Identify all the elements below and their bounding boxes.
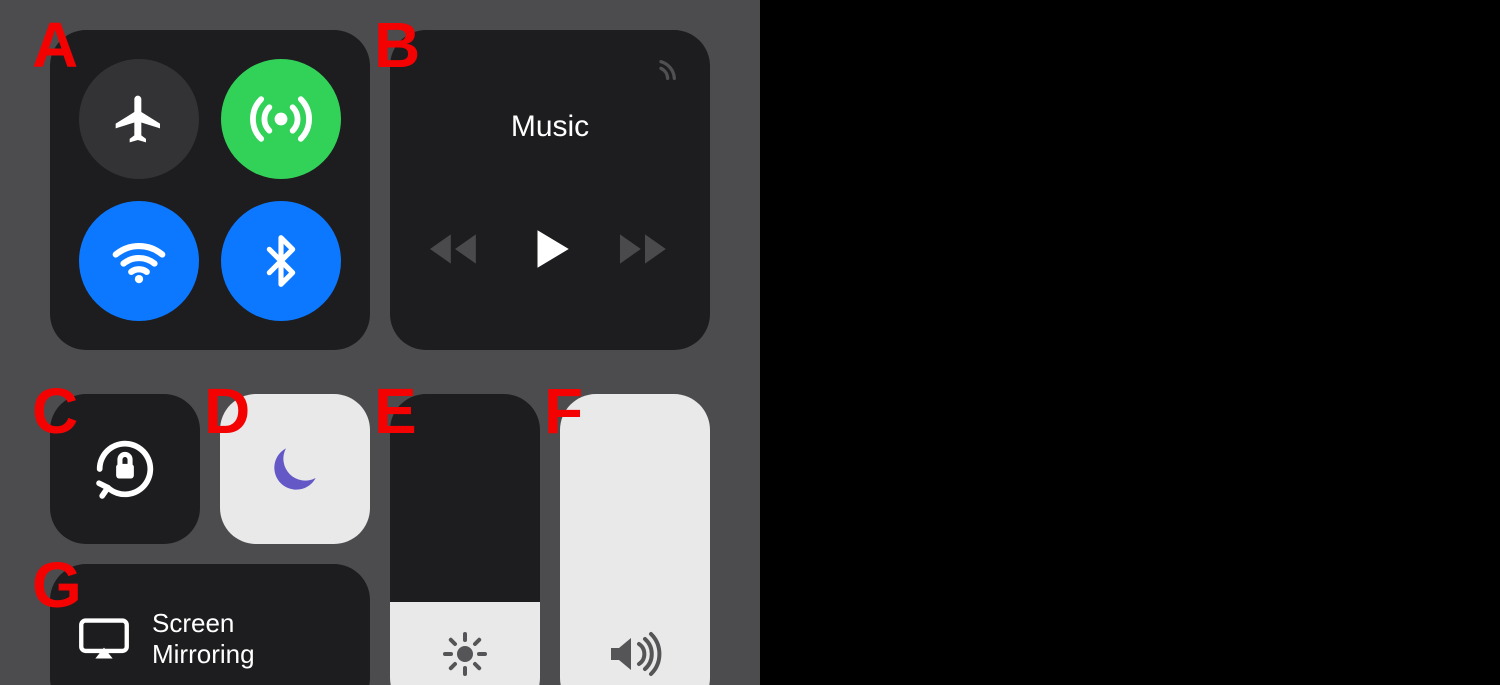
airplay-audio-icon[interactable] <box>636 60 676 100</box>
transport-controls <box>430 224 670 274</box>
black-panel <box>760 0 1500 685</box>
sun-icon <box>441 630 489 678</box>
marker-e: E <box>374 374 415 448</box>
screen-mirroring-icon <box>78 617 130 661</box>
marker-b: B <box>374 8 418 82</box>
moon-icon <box>264 438 326 500</box>
cellular-data-toggle[interactable] <box>221 59 341 179</box>
connectivity-group[interactable] <box>50 30 370 350</box>
rotation-lock-icon <box>87 431 163 507</box>
play-button[interactable] <box>525 224 575 274</box>
airplane-icon <box>111 91 167 147</box>
volume-fill <box>560 394 710 685</box>
now-playing-tile[interactable]: Music <box>390 30 710 350</box>
marker-c: C <box>32 374 76 448</box>
bluetooth-icon <box>253 233 309 289</box>
volume-slider[interactable] <box>560 394 710 685</box>
previous-track-button[interactable] <box>430 229 480 269</box>
marker-g: G <box>32 548 80 622</box>
now-playing-title: Music <box>511 110 589 144</box>
antenna-icon <box>246 84 316 154</box>
screen-mirroring-label: Screen Mirroring <box>152 608 255 670</box>
speaker-icon <box>607 630 663 678</box>
brightness-fill <box>390 602 540 685</box>
wifi-toggle[interactable] <box>79 201 199 321</box>
control-center-panel: Music <box>0 0 760 685</box>
next-track-button[interactable] <box>620 229 670 269</box>
marker-d: D <box>204 374 248 448</box>
screen-mirroring-button[interactable]: Screen Mirroring <box>50 564 370 685</box>
airplane-mode-toggle[interactable] <box>79 59 199 179</box>
marker-a: A <box>32 8 76 82</box>
marker-f: F <box>544 374 581 448</box>
wifi-icon <box>108 230 170 292</box>
bluetooth-toggle[interactable] <box>221 201 341 321</box>
